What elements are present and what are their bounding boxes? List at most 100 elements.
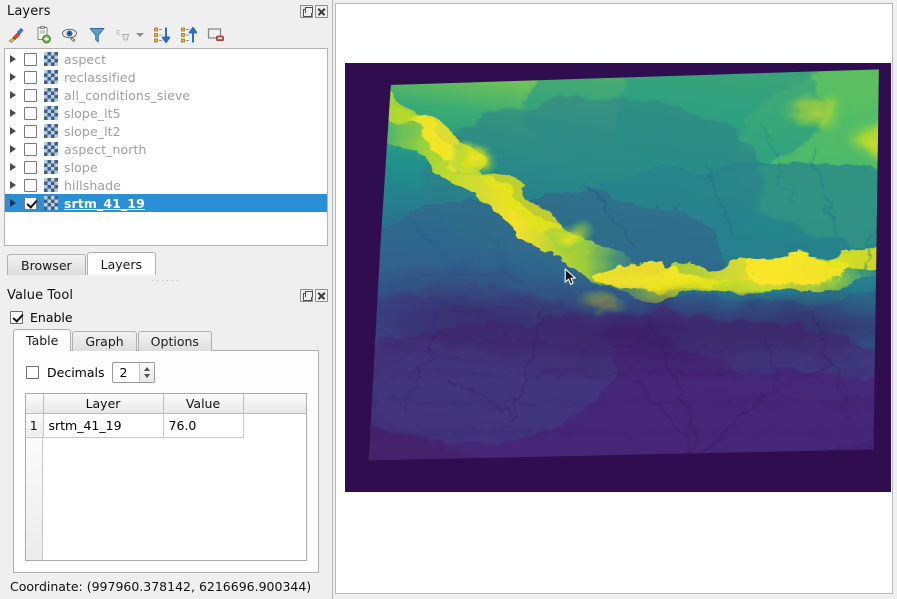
decimals-label: Decimals <box>47 364 105 380</box>
raster-layer-icon <box>44 70 58 84</box>
value-tool-panel: Value Tool Enable Table Graph Options De… <box>0 284 332 599</box>
layer-visibility-checkbox[interactable] <box>24 124 37 138</box>
layers-panel-title: Layers <box>7 3 51 19</box>
layer-visibility-checkbox[interactable] <box>24 70 37 84</box>
table-row[interactable]: 1 srtm_41_19 76.0 <box>26 413 306 438</box>
filter-legend-dropdown-caret-icon[interactable] <box>136 33 144 37</box>
enable-row: Enable <box>0 306 332 328</box>
expand-arrow-icon[interactable] <box>10 140 24 158</box>
filter-legend-by-expression-icon[interactable]: ε <box>115 26 133 44</box>
tab-layers[interactable]: Layers <box>86 252 157 275</box>
left-dock-area: Layers ε aspect reclassified all_conditi… <box>0 0 333 599</box>
layer-name-label: srtm_41_19 <box>64 195 145 211</box>
row-index: 1 <box>26 413 44 438</box>
layer-row[interactable]: slope_lt5 <box>5 104 327 122</box>
decimals-value: 2 <box>119 364 128 380</box>
tab-graph[interactable]: Graph <box>72 331 137 351</box>
spinner-up-icon[interactable] <box>144 366 151 371</box>
layers-panel-window-buttons <box>300 4 328 18</box>
value-table-header-layer[interactable]: Layer <box>43 394 164 414</box>
decimals-spinner-arrows[interactable] <box>139 362 155 382</box>
tab-options[interactable]: Options <box>137 331 212 351</box>
panel-splitter-handle[interactable]: ...... <box>0 275 332 284</box>
decimals-checkbox[interactable] <box>26 365 39 379</box>
layer-row[interactable]: reclassified <box>5 68 327 86</box>
layer-name-label: all_conditions_sieve <box>64 87 191 103</box>
layer-visibility-checkbox[interactable] <box>24 106 37 120</box>
layer-visibility-checkbox[interactable] <box>24 178 37 192</box>
layer-row-selected[interactable]: srtm_41_19 <box>5 194 327 212</box>
layer-row[interactable]: aspect_north <box>5 140 327 158</box>
layer-visibility-checkbox[interactable] <box>24 52 37 66</box>
expand-arrow-icon[interactable] <box>10 50 24 68</box>
layer-visibility-checkbox[interactable] <box>24 196 37 210</box>
layers-panel-toolbar: ε <box>0 22 332 48</box>
decimals-spinner[interactable]: 2 <box>112 361 156 383</box>
value-tool-titlebar: Value Tool <box>0 284 332 306</box>
raster-layer-icon <box>44 160 58 174</box>
layer-row[interactable]: aspect <box>5 50 327 68</box>
raster-layer-icon <box>44 124 58 138</box>
dock-tab-bar: Browser Layers <box>0 251 332 275</box>
layer-name-label: aspect_north <box>64 141 147 157</box>
value-table-grid: Layer Value 1 srtm_41_19 76.0 <box>26 394 306 438</box>
raster-layer-icon <box>44 196 58 210</box>
value-table-blank <box>43 437 306 560</box>
map-canvas[interactable] <box>335 3 893 594</box>
tab-table[interactable]: Table <box>13 329 72 351</box>
value-table[interactable]: Layer Value 1 srtm_41_19 76.0 <box>25 393 307 561</box>
raster-layer-icon <box>44 178 58 192</box>
layer-visibility-checkbox[interactable] <box>24 160 37 174</box>
tab-browser[interactable]: Browser <box>7 254 86 275</box>
value-tool-close-icon[interactable] <box>315 288 328 302</box>
manage-map-themes-icon[interactable] <box>61 26 79 44</box>
open-layer-styling-panel-icon[interactable] <box>7 26 25 44</box>
filter-legend-icon[interactable] <box>88 26 106 44</box>
layer-name-label: slope_lt5 <box>64 105 121 121</box>
layer-row[interactable]: hillshade <box>5 176 327 194</box>
add-group-icon[interactable] <box>34 26 52 44</box>
coordinate-status: Coordinate: (997960.378142, 6216696.9003… <box>10 578 312 594</box>
layer-row[interactable]: slope_lt2 <box>5 122 327 140</box>
spinner-down-icon[interactable] <box>144 373 151 378</box>
layer-name-label: slope_lt2 <box>64 123 121 139</box>
layer-tree[interactable]: aspect reclassified all_conditions_sieve… <box>4 48 328 246</box>
expand-arrow-icon[interactable] <box>10 194 24 212</box>
expand-arrow-icon[interactable] <box>10 122 24 140</box>
value-tool-window-buttons <box>300 288 328 302</box>
raster-layer-icon <box>44 106 58 120</box>
layer-visibility-checkbox[interactable] <box>24 142 37 156</box>
cell-layer[interactable]: srtm_41_19 <box>43 413 164 438</box>
expand-arrow-icon[interactable] <box>10 68 24 86</box>
enable-label: Enable <box>30 309 73 325</box>
expand-arrow-icon[interactable] <box>10 158 24 176</box>
remove-layer-icon[interactable] <box>207 26 225 44</box>
layers-panel-titlebar: Layers <box>0 0 332 22</box>
layer-name-label: hillshade <box>64 177 121 193</box>
value-tool-float-icon[interactable] <box>300 288 313 302</box>
map-area <box>333 0 897 599</box>
value-tool-table-pane: Decimals 2 Layer Value 1 srtm_41_19 76.0 <box>13 350 319 573</box>
layer-row[interactable]: all_conditions_sieve <box>5 86 327 104</box>
enable-checkbox[interactable] <box>10 310 23 324</box>
expand-all-icon[interactable] <box>153 26 171 44</box>
svg-text:ε: ε <box>116 28 121 38</box>
value-table-row-gutter <box>26 437 43 560</box>
layer-row[interactable]: slope <box>5 158 327 176</box>
expand-arrow-icon[interactable] <box>10 104 24 122</box>
value-table-header-row: Layer Value <box>26 394 306 414</box>
raster-layer-icon <box>44 88 58 102</box>
expand-arrow-icon[interactable] <box>10 176 24 194</box>
collapse-all-icon[interactable] <box>180 26 198 44</box>
decimals-row: Decimals 2 <box>14 360 318 384</box>
expand-arrow-icon[interactable] <box>10 86 24 104</box>
value-tool-tab-bar: Table Graph Options <box>0 328 332 351</box>
value-table-corner-header[interactable] <box>26 394 44 414</box>
layer-name-label: slope <box>64 159 98 175</box>
layers-panel-close-icon[interactable] <box>315 4 328 18</box>
value-table-header-value[interactable]: Value <box>163 394 244 414</box>
layer-visibility-checkbox[interactable] <box>24 88 37 102</box>
layers-panel-float-icon[interactable] <box>300 4 313 18</box>
cell-value[interactable]: 76.0 <box>163 413 244 438</box>
raster-layer-render[interactable] <box>345 63 891 492</box>
